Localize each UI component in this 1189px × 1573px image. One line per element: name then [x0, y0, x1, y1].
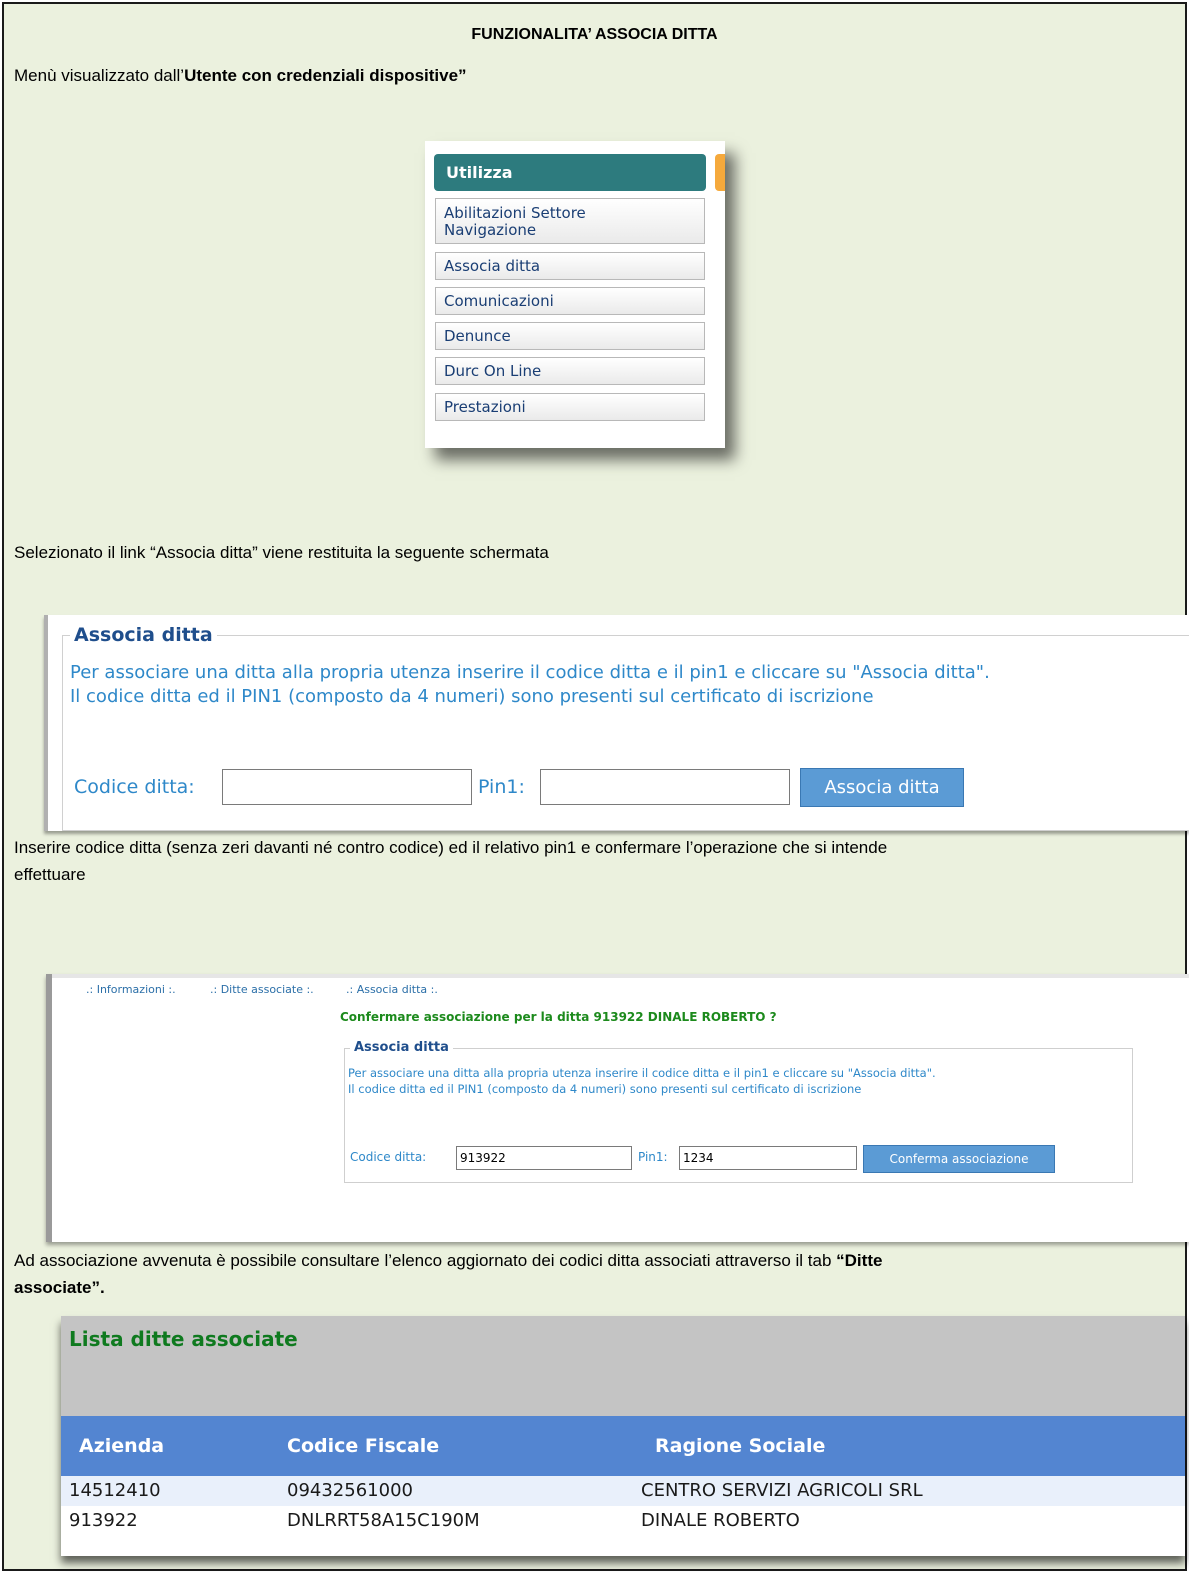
menu-item-label: Abilitazioni Settore: [444, 204, 586, 222]
table-row[interactable]: 913922 DNLRRT58A15C190M DINALE ROBERTO: [61, 1506, 1185, 1536]
confirm-instructions-line: Per associare una ditta alla propria ute…: [348, 1066, 936, 1080]
intro-text: Menù visualizzato dall’: [14, 66, 185, 85]
cell-codice-fiscale: 09432561000: [287, 1480, 413, 1501]
menu-item-label: Navigazione: [444, 221, 537, 239]
tab-ditte-associate[interactable]: .: Ditte associate :.: [210, 983, 314, 996]
intro-bold-text: Utente con credenziali dispositive”: [184, 66, 467, 85]
confirm-codice-label: Codice ditta:: [350, 1150, 427, 1164]
paragraph-line: effettuare: [14, 865, 86, 884]
menu-item-comunicazioni[interactable]: Comunicazioni: [435, 287, 705, 315]
menu-side-tab: [715, 154, 725, 191]
paragraph-line: Inserire codice ditta (senza zeri davant…: [14, 838, 888, 857]
menu-item-associa-ditta[interactable]: Associa ditta: [435, 252, 705, 280]
paragraph-line: Ad associazione avvenuta è possibile con…: [14, 1247, 882, 1274]
list-title-spacer: [61, 1362, 1185, 1416]
menu-item-label: Comunicazioni: [444, 292, 554, 310]
menu-item-denunce[interactable]: Denunce: [435, 322, 705, 350]
cell-azienda: 14512410: [69, 1480, 161, 1501]
menu-item-label: Associa ditta: [444, 257, 541, 275]
confirm-instructions-line: Il codice ditta ed il PIN1 (composto da …: [348, 1082, 862, 1096]
list-title-bar: Lista ditte associate: [61, 1316, 1185, 1362]
column-header-ragione-sociale: Ragione Sociale: [655, 1435, 826, 1457]
pin1-input[interactable]: [540, 769, 790, 805]
paragraph-selection: Selezionato il link “Associa ditta” vien…: [14, 543, 549, 562]
tab-associa-ditta[interactable]: .: Associa ditta :.: [346, 983, 438, 996]
paragraph-line: associate”.: [14, 1274, 882, 1301]
pin1-label: Pin1:: [478, 776, 525, 798]
menu-item-label: Durc On Line: [444, 362, 542, 380]
cell-ragione-sociale: CENTRO SERVIZI AGRICOLI SRL: [641, 1480, 923, 1501]
paragraph-bold-text: associate”.: [14, 1278, 105, 1297]
menu-screenshot: Utilizza Abilitazioni Settore Navigazion…: [425, 141, 725, 448]
associa-ditta-button[interactable]: Associa ditta: [800, 768, 964, 807]
menu-header: Utilizza: [434, 154, 706, 191]
cell-ragione-sociale: DINALE ROBERTO: [641, 1510, 800, 1531]
paragraph-bold-text: “Ditte: [836, 1251, 883, 1270]
cell-azienda: 913922: [69, 1510, 138, 1531]
confirm-pin1-label: Pin1:: [638, 1150, 668, 1164]
table-header-row: Azienda Codice Fiscale Ragione Sociale: [61, 1416, 1185, 1476]
confirm-top-border: [52, 974, 1189, 978]
confirm-instructions: Per associare una ditta alla propria ute…: [348, 1065, 936, 1097]
cell-codice-fiscale: DNLRRT58A15C190M: [287, 1510, 480, 1531]
tab-informazioni[interactable]: .: Informazioni :.: [86, 983, 176, 996]
ditte-associate-table: Lista ditte associate Azienda Codice Fis…: [61, 1316, 1185, 1556]
confirm-screenshot: .: Informazioni :. .: Ditte associate :.…: [46, 974, 1189, 1242]
column-header-codice-fiscale: Codice Fiscale: [287, 1435, 440, 1457]
confirm-codice-input[interactable]: 913922: [456, 1146, 632, 1170]
associa-ditta-screenshot: Associa ditta Per associare una ditta al…: [44, 615, 1189, 831]
menu-item-abilitazioni[interactable]: Abilitazioni Settore Navigazione: [435, 198, 705, 244]
confirm-question: Confermare associazione per la ditta 913…: [340, 1010, 777, 1024]
form-instructions: Per associare una ditta alla propria ute…: [70, 661, 990, 709]
form-instructions-line: Il codice ditta ed il PIN1 (composto da …: [70, 686, 874, 707]
list-title-text: Lista ditte associate: [69, 1327, 298, 1351]
table-row[interactable]: 14512410 09432561000 CENTRO SERVIZI AGRI…: [61, 1476, 1185, 1506]
document-title: FUNZIONALITA’ ASSOCIA DITTA: [471, 26, 718, 43]
menu-item-label: Prestazioni: [444, 398, 526, 416]
menu-item-prestazioni[interactable]: Prestazioni: [435, 393, 705, 421]
codice-ditta-input[interactable]: [222, 769, 472, 805]
paragraph-result: Ad associazione avvenuta è possibile con…: [14, 1247, 882, 1301]
menu-item-durc[interactable]: Durc On Line: [435, 357, 705, 385]
form-instructions-line: Per associare una ditta alla propria ute…: [70, 662, 990, 683]
intro-paragraph: Menù visualizzato dall’Utente con creden…: [14, 62, 467, 89]
paragraph-text: Ad associazione avvenuta è possibile con…: [14, 1251, 837, 1270]
form-legend: Associa ditta: [70, 624, 217, 646]
column-header-azienda: Azienda: [79, 1435, 165, 1457]
codice-ditta-label: Codice ditta:: [74, 776, 195, 798]
menu-item-label: Denunce: [444, 327, 511, 345]
confirm-pin1-input[interactable]: 1234: [679, 1146, 857, 1170]
confirm-legend: Associa ditta: [350, 1040, 453, 1055]
conferma-associazione-button[interactable]: Conferma associazione: [863, 1145, 1055, 1173]
paragraph-instructions: Inserire codice ditta (senza zeri davant…: [14, 834, 887, 888]
